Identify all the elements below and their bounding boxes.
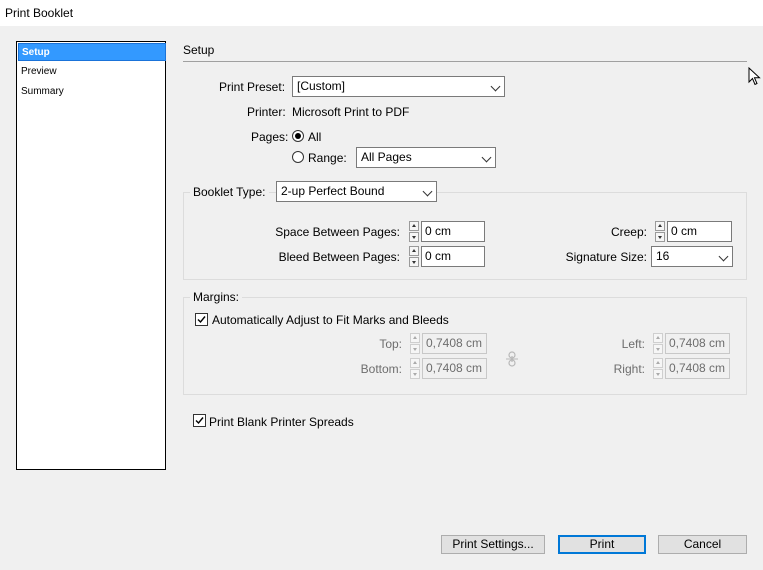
signature-size-value: 16 (656, 249, 670, 263)
margin-right-input[interactable]: 0,7408 cm (665, 358, 730, 379)
margin-left-label: Left: (621, 337, 645, 351)
margin-bottom-stepper[interactable] (410, 358, 420, 379)
stepper-down-icon[interactable] (653, 369, 663, 379)
print-preset-label: Print Preset: (219, 80, 286, 94)
auto-adjust-label: Automatically Adjust to Fit Marks and Bl… (212, 313, 449, 327)
stepper-down-icon[interactable] (409, 232, 419, 242)
margin-right-label: Right: (613, 362, 645, 376)
print-blank-spreads-label: Print Blank Printer Spreads (209, 415, 354, 429)
booklet-type-value: 2-up Perfect Bound (281, 184, 385, 198)
stepper-up-icon[interactable] (409, 246, 419, 256)
margin-left-stepper[interactable] (653, 333, 663, 354)
bleed-between-input[interactable]: 0 cm (421, 246, 485, 267)
signature-size-dropdown[interactable]: 16 (651, 246, 733, 267)
chevron-down-icon (718, 251, 729, 262)
chain-link-icon[interactable] (506, 351, 518, 367)
stepper-down-icon[interactable] (653, 344, 663, 354)
stepper-down-icon[interactable] (655, 232, 665, 242)
booklet-type-dropdown[interactable]: 2-up Perfect Bound (276, 181, 437, 202)
sidebar-item-preview[interactable]: Preview (18, 63, 166, 81)
creep-stepper[interactable] (655, 221, 665, 242)
title-bar: Print Booklet (0, 0, 763, 26)
stepper-up-icon[interactable] (655, 221, 665, 231)
printer-value: Microsoft Print to PDF (292, 105, 410, 119)
sidebar-item-setup[interactable]: Setup (18, 43, 166, 61)
stepper-up-icon[interactable] (653, 358, 663, 368)
pages-range-label: Range: (308, 151, 347, 165)
bleed-between-label: Bleed Between Pages: (278, 250, 400, 264)
stepper-down-icon[interactable] (410, 369, 420, 379)
margin-right-stepper[interactable] (653, 358, 663, 379)
signature-size-label: Signature Size: (565, 250, 647, 264)
margins-title: Margins: (190, 290, 243, 304)
checkmark-icon (197, 316, 206, 324)
pages-label: Pages: (251, 130, 289, 144)
checkmark-icon (195, 417, 204, 425)
stepper-up-icon[interactable] (409, 221, 419, 231)
pages-range-radio[interactable] (292, 151, 304, 163)
sidebar-item-summary[interactable]: Summary (18, 83, 166, 101)
stepper-down-icon[interactable] (409, 257, 419, 267)
bleed-between-stepper[interactable] (409, 246, 419, 267)
creep-input[interactable]: 0 cm (667, 221, 732, 242)
cancel-button[interactable]: Cancel (658, 535, 747, 554)
pages-all-radio[interactable] (292, 130, 304, 142)
window-title: Print Booklet (5, 6, 74, 20)
print-settings-button[interactable]: Print Settings... (441, 535, 545, 554)
margin-left-input[interactable]: 0,7408 cm (665, 333, 730, 354)
page-range-value: All Pages (361, 150, 412, 164)
chevron-down-icon (481, 152, 492, 163)
chevron-down-icon (490, 81, 501, 92)
stepper-up-icon[interactable] (653, 333, 663, 343)
margin-bottom-label: Bottom: (360, 362, 402, 376)
stepper-up-icon[interactable] (410, 358, 420, 368)
page-range-dropdown[interactable]: All Pages (356, 147, 496, 168)
chevron-down-icon (422, 186, 433, 197)
margin-top-input[interactable]: 0,7408 cm (422, 333, 487, 354)
pages-all-label: All (308, 130, 322, 144)
space-between-label: Space Between Pages: (275, 225, 400, 239)
print-preset-value: [Custom] (297, 79, 346, 93)
space-between-input[interactable]: 0 cm (421, 221, 485, 242)
mouse-cursor-icon (748, 67, 761, 86)
sidebar-nav: Setup Preview Summary (16, 41, 166, 470)
stepper-down-icon[interactable] (410, 344, 420, 354)
print-blank-spreads-checkbox[interactable] (193, 414, 206, 427)
space-between-stepper[interactable] (409, 221, 419, 242)
printer-label: Printer: (247, 105, 286, 119)
print-preset-dropdown[interactable]: [Custom] (292, 76, 505, 97)
section-title: Setup (183, 43, 215, 57)
margin-top-stepper[interactable] (410, 333, 420, 354)
stepper-up-icon[interactable] (410, 333, 420, 343)
booklet-type-label: Booklet Type: (190, 185, 269, 199)
margin-top-label: Top: (379, 337, 402, 351)
margin-bottom-input[interactable]: 0,7408 cm (422, 358, 487, 379)
auto-adjust-checkbox[interactable] (195, 313, 208, 326)
creep-label: Creep: (610, 225, 647, 239)
print-button[interactable]: Print (558, 535, 646, 554)
section-divider (183, 61, 747, 62)
